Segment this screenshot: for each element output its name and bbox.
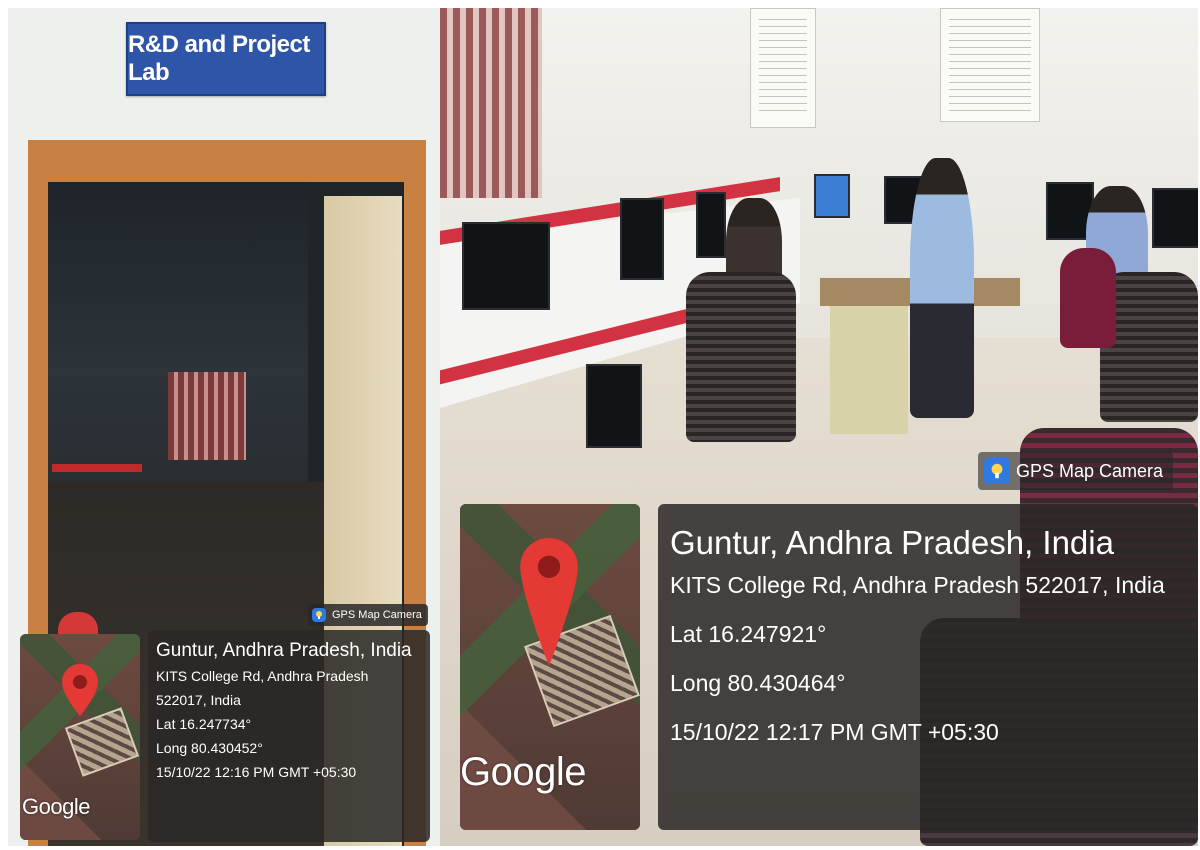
gps-map-thumbnail: Google bbox=[20, 634, 140, 840]
map-pin-icon bbox=[62, 664, 98, 716]
seated-person bbox=[910, 158, 974, 418]
address-line-1: KITS College Rd, Andhra Pradesh bbox=[156, 668, 369, 684]
monitor bbox=[462, 222, 550, 310]
notice-board bbox=[940, 8, 1040, 122]
latitude: Lat 16.247734° bbox=[156, 716, 252, 732]
monitor bbox=[620, 198, 664, 280]
gps-map-thumbnail: Google bbox=[460, 504, 640, 830]
monitor bbox=[1152, 188, 1198, 248]
longitude: Long 80.430464° bbox=[670, 670, 846, 696]
desk-strip bbox=[52, 464, 142, 472]
location-title: Guntur, Andhra Pradesh, India bbox=[670, 524, 1114, 561]
gps-info-card: Guntur, Andhra Pradesh, India KITS Colle… bbox=[658, 504, 1198, 830]
date-time: 15/10/22 12:16 PM GMT +05:30 bbox=[156, 764, 357, 780]
interior-window bbox=[168, 372, 246, 460]
left-photo: R&D and Project Lab GPS Map Camera Googl… bbox=[8, 8, 440, 846]
longitude: Long 80.430452° bbox=[156, 740, 263, 756]
gps-map-camera-icon bbox=[984, 458, 1010, 484]
gps-app-tag: GPS Map Camera bbox=[308, 604, 428, 626]
gps-app-label: GPS Map Camera bbox=[1016, 460, 1164, 481]
latitude: Lat 16.247921° bbox=[670, 621, 827, 647]
monitor bbox=[814, 174, 850, 218]
office-chair bbox=[686, 272, 796, 442]
location-title: Guntur, Andhra Pradesh, India bbox=[156, 640, 412, 661]
gps-info-card: Guntur, Andhra Pradesh, India KITS Colle… bbox=[148, 630, 430, 842]
cabinet bbox=[830, 306, 908, 434]
address-line-2: 522017, India bbox=[156, 692, 241, 708]
lab-sign: R&D and Project Lab bbox=[126, 22, 326, 96]
monitor bbox=[696, 192, 726, 258]
notice-board bbox=[750, 8, 816, 128]
address: KITS College Rd, Andhra Pradesh 522017, … bbox=[670, 572, 1165, 598]
map-pin-icon bbox=[520, 538, 578, 666]
google-logo: Google bbox=[22, 794, 90, 819]
window-curtain bbox=[440, 8, 542, 198]
google-logo: Google bbox=[460, 750, 586, 794]
pc-tower bbox=[586, 364, 642, 448]
gps-app-tag: GPS Map Camera bbox=[978, 452, 1174, 490]
gps-map-camera-icon bbox=[312, 608, 326, 622]
office-chair bbox=[1060, 248, 1116, 348]
right-photo: GPS Map Camera Google Guntur, Andhra Pra… bbox=[440, 8, 1198, 846]
gps-app-label: GPS Map Camera bbox=[332, 609, 422, 621]
date-time: 15/10/22 12:17 PM GMT +05:30 bbox=[670, 719, 999, 745]
